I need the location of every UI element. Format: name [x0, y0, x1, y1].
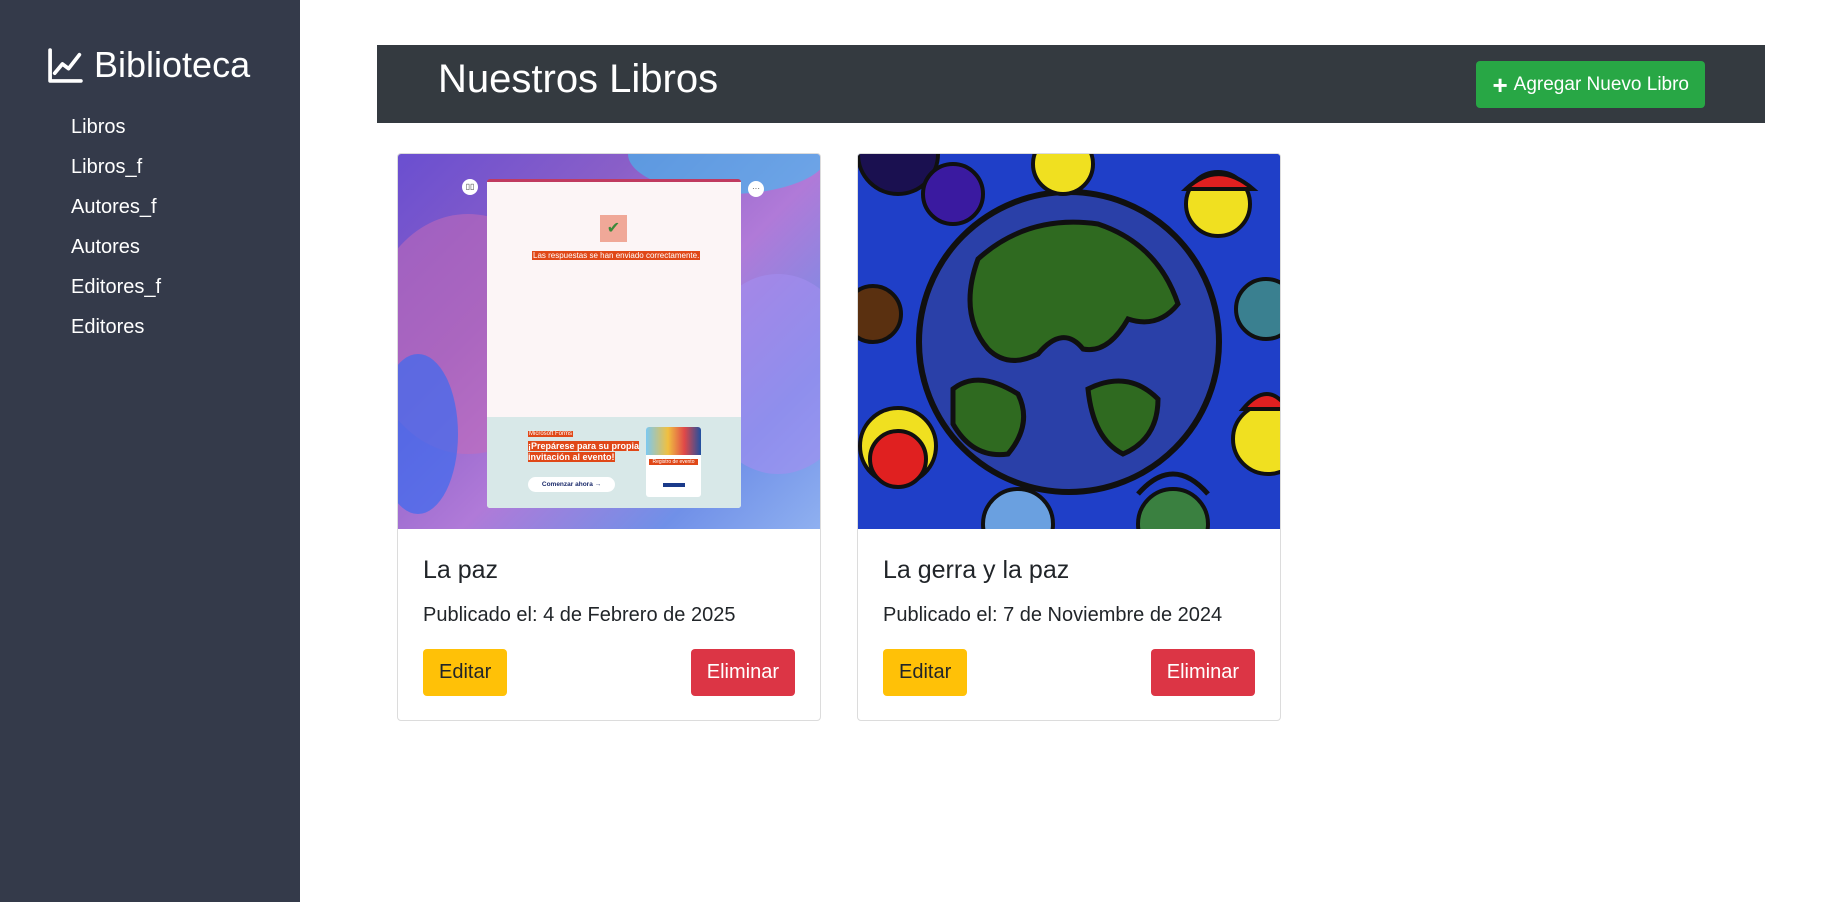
book-cover-image — [858, 154, 1280, 529]
promo-card: Registro de evento — [646, 427, 701, 497]
add-book-label: Agregar Nuevo Libro — [1513, 73, 1689, 95]
sidebar-item-editores[interactable]: Editores — [71, 312, 161, 352]
delete-button[interactable]: Eliminar — [690, 649, 795, 696]
sidebar-item-editores-f[interactable]: Editores_f — [71, 272, 161, 312]
book-date: Publicado el: 4 de Febrero de 2025 — [423, 604, 736, 626]
plus-icon: + — [1492, 69, 1508, 100]
check-icon: ✔ — [600, 215, 627, 242]
success-message: Las respuestas se han enviado correctame… — [532, 251, 701, 260]
promo-text: ¡Prepárese para su propia invitación al … — [528, 441, 640, 462]
reader-icon: ▯▯ — [462, 179, 478, 195]
sidebar-item-autores-f[interactable]: Autores_f — [71, 192, 161, 232]
start-button: Comenzar ahora → — [528, 477, 615, 492]
delete-button[interactable]: Eliminar — [1150, 649, 1255, 696]
line-chart-icon — [48, 47, 83, 83]
book-card: ▯▯ ··· ✔ Las respuestas se han enviado c… — [397, 153, 821, 721]
forms-brand: Microsoft Forms — [528, 431, 574, 437]
sidebar-item-libros[interactable]: Libros — [71, 112, 161, 152]
page-title: Nuestros Libros — [438, 57, 719, 101]
book-title: La gerra y la paz — [883, 556, 1070, 584]
book-card: La gerra y la paz Publicado el: 7 de Nov… — [857, 153, 1281, 721]
brand-title: Biblioteca — [94, 44, 251, 85]
form-screenshot: ✔ Las respuestas se han enviado correcta… — [487, 179, 741, 508]
main-content: Nuestros Libros + Agregar Nuevo Libro ▯▯… — [300, 0, 1836, 902]
form-footer: Microsoft Forms ¡Prepárese para su propi… — [487, 417, 741, 508]
sidebar: Biblioteca Libros Libros_f Autores_f Aut… — [0, 0, 300, 902]
edit-button[interactable]: Editar — [883, 649, 968, 696]
brand[interactable]: Biblioteca — [47, 44, 250, 86]
sidebar-nav: Libros Libros_f Autores_f Autores Editor… — [71, 112, 161, 352]
book-cover-image: ▯▯ ··· ✔ Las respuestas se han enviado c… — [398, 154, 820, 529]
edit-button[interactable]: Editar — [423, 649, 508, 696]
page-header: Nuestros Libros + Agregar Nuevo Libro — [377, 45, 1765, 123]
sidebar-item-libros-f[interactable]: Libros_f — [71, 152, 161, 192]
sidebar-item-autores[interactable]: Autores — [71, 232, 161, 272]
book-title: La paz — [423, 556, 499, 584]
book-date: Publicado el: 7 de Noviembre de 2024 — [883, 604, 1223, 626]
more-icon: ··· — [748, 181, 764, 197]
add-book-button[interactable]: + Agregar Nuevo Libro — [1476, 61, 1705, 108]
